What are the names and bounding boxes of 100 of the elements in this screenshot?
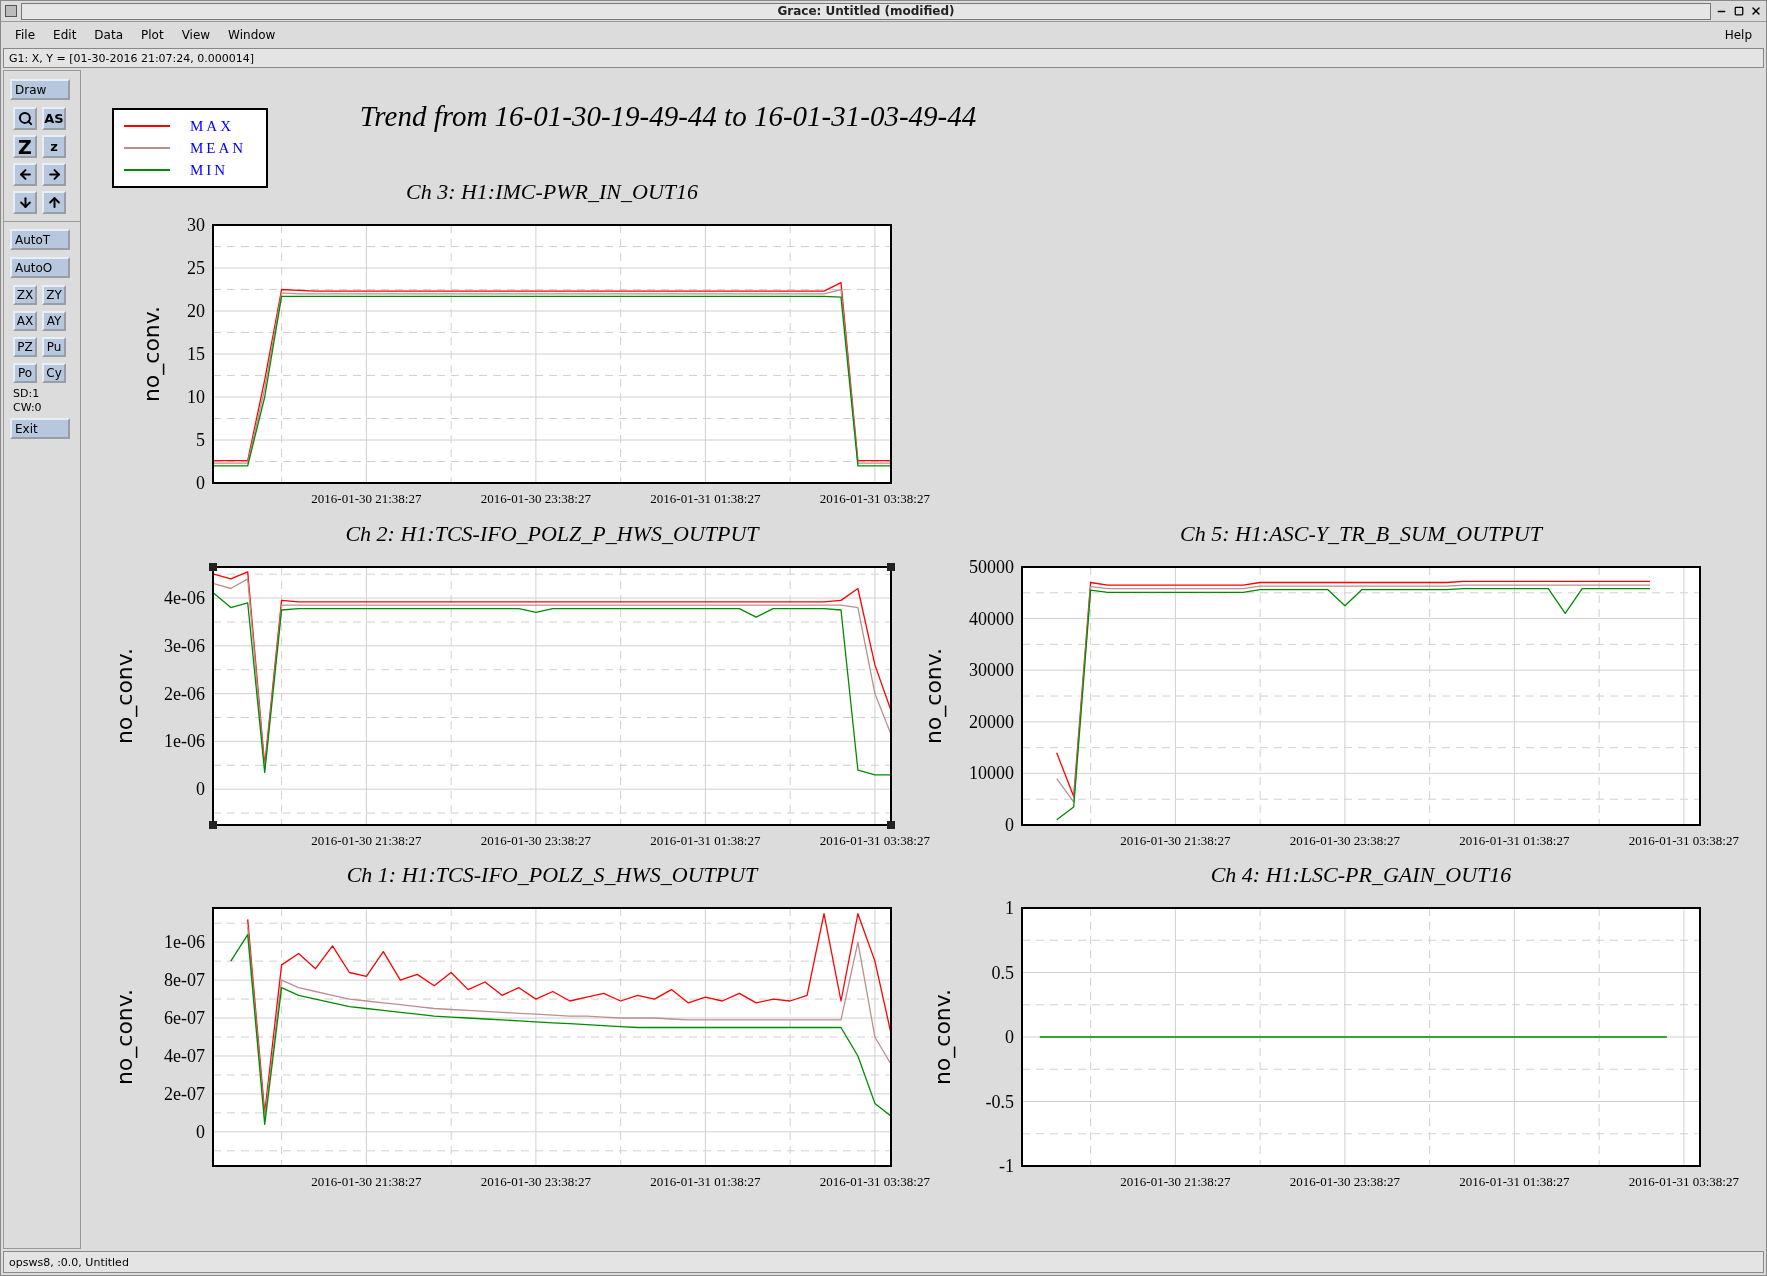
- x-tick-label: 2016-01-30 21:38:27: [1120, 833, 1231, 848]
- tool-button[interactable]: AY: [42, 311, 66, 331]
- legend-label: MIN: [190, 161, 229, 179]
- graph-title: Ch 4: H1:LSC-PR_GAIN_OUT16: [1210, 862, 1512, 887]
- y-tick-label: 30: [187, 215, 205, 235]
- legend-label: MAX: [190, 117, 234, 135]
- x-tick-label: 2016-01-30 23:38:27: [1289, 833, 1400, 848]
- tool-button[interactable]: ZY: [42, 285, 66, 305]
- auto-button[interactable]: AutoO: [10, 257, 70, 278]
- tool-button[interactable]: ZX: [13, 285, 37, 305]
- x-tick-label: 2016-01-31 03:38:27: [1628, 833, 1739, 848]
- x-tick-label: 2016-01-30 23:38:27: [480, 833, 591, 848]
- y-tick-label: -1: [999, 1156, 1014, 1176]
- y-tick-label: 1e-06: [164, 932, 205, 953]
- app-icon: [5, 5, 17, 17]
- locator-bar: G1: X, Y = [01-30-2016 21:07:24, 0.000014]: [3, 48, 1764, 68]
- tool-button[interactable]: z: [42, 135, 66, 158]
- tool-button[interactable]: PZ: [13, 337, 37, 357]
- x-tick-label: 2016-01-31 01:38:27: [650, 833, 761, 848]
- y-axis-label: no_conv.: [922, 647, 946, 745]
- x-tick-label: 2016-01-30 21:38:27: [311, 491, 422, 506]
- y-tick-label: 6e-07: [164, 1008, 205, 1029]
- y-tick-label: 4e-06: [164, 588, 205, 609]
- exit-button[interactable]: Exit: [10, 418, 70, 439]
- x-tick-label: 2016-01-31 01:38:27: [1459, 1174, 1570, 1189]
- y-tick-label: 2e-07: [164, 1083, 205, 1104]
- x-tick-label: 2016-01-30 23:38:27: [480, 491, 591, 506]
- menu-item[interactable]: File: [15, 28, 36, 42]
- menu-item[interactable]: Plot: [141, 28, 164, 42]
- window-title: Grace: Untitled (modified): [21, 2, 1711, 20]
- y-tick-label: 3e-06: [164, 635, 205, 656]
- graph-title: Ch 2: H1:TCS-IFO_POLZ_P_HWS_OUTPUT: [345, 521, 759, 546]
- tool-button[interactable]: [13, 107, 37, 130]
- tool-button[interactable]: Z: [13, 135, 37, 158]
- legend-label: MEAN: [190, 139, 247, 157]
- x-tick-label: 2016-01-31 03:38:27: [1628, 1174, 1739, 1189]
- menu-item[interactable]: View: [181, 28, 211, 42]
- x-tick-label: 2016-01-31 01:38:27: [650, 491, 761, 506]
- x-tick-label: 2016-01-31 03:38:27: [819, 1174, 930, 1189]
- help-menu[interactable]: Help: [1724, 28, 1752, 42]
- y-tick-label: 0.5: [991, 962, 1014, 983]
- status-label: SD:1: [12, 387, 41, 400]
- tool-button[interactable]: AS: [42, 107, 66, 130]
- y-tick-label: 0: [1005, 815, 1014, 835]
- x-tick-label: 2016-01-30 21:38:27: [1120, 1174, 1231, 1189]
- y-tick-label: 15: [187, 344, 205, 364]
- zoom-icon: [17, 111, 33, 126]
- graph-title: Ch 5: H1:ASC-Y_TR_B_SUM_OUTPUT: [1180, 521, 1542, 546]
- y-axis-label: no_conv.: [113, 647, 137, 745]
- menu-item[interactable]: Data: [94, 28, 123, 42]
- tool-button[interactable]: [42, 163, 66, 186]
- auto-button[interactable]: AutoT: [10, 229, 70, 250]
- y-tick-label: 50000: [969, 557, 1014, 577]
- y-tick-label: 0: [196, 473, 205, 493]
- arrow-right-icon: [46, 167, 62, 182]
- plot-title: Trend from 16-01-30-19-49-44 to 16-01-31-03-49-44: [358, 100, 978, 133]
- y-tick-label: 1: [1005, 898, 1014, 918]
- tool-button[interactable]: [42, 191, 66, 214]
- arrow-down-icon: [17, 195, 33, 210]
- menu-item[interactable]: Edit: [53, 28, 77, 42]
- y-tick-label: -0.5: [985, 1091, 1014, 1112]
- y-tick-label: 4e-07: [164, 1045, 205, 1066]
- y-axis-label: no_conv.: [930, 988, 955, 1086]
- maximize-icon[interactable]: [1732, 4, 1745, 18]
- y-tick-label: 5: [196, 430, 205, 450]
- x-tick-label: 2016-01-30 23:38:27: [480, 1174, 591, 1189]
- tool-button[interactable]: Pu: [42, 337, 66, 357]
- close-icon[interactable]: [1749, 4, 1762, 18]
- y-tick-label: 40000: [969, 608, 1014, 629]
- x-tick-label: 2016-01-31 03:38:27: [819, 833, 930, 848]
- menu-item[interactable]: Window: [228, 28, 276, 42]
- tool-button[interactable]: AX: [13, 311, 37, 331]
- y-axis-label: no_conv.: [139, 305, 164, 403]
- y-tick-label: 0: [1005, 1027, 1014, 1047]
- y-tick-label: 10: [187, 387, 205, 407]
- y-tick-label: 10000: [969, 763, 1014, 784]
- x-tick-label: 2016-01-30 21:38:27: [311, 1174, 422, 1189]
- tool-button[interactable]: Cy: [42, 363, 66, 383]
- tool-button[interactable]: [13, 191, 37, 214]
- x-tick-label: 2016-01-31 01:38:27: [650, 1174, 761, 1189]
- graph-title: Ch 3: H1:IMC-PWR_IN_OUT16: [405, 179, 699, 204]
- graph-title: Ch 1: H1:TCS-IFO_POLZ_S_HWS_OUTPUT: [346, 862, 758, 887]
- x-tick-label: 2016-01-31 01:38:27: [1459, 833, 1570, 848]
- y-tick-label: 20: [187, 301, 205, 321]
- draw-button[interactable]: Draw: [10, 79, 70, 100]
- y-tick-label: 30000: [969, 660, 1014, 681]
- status-label: CW:0: [12, 401, 43, 414]
- x-tick-label: 2016-01-31 03:38:27: [819, 491, 930, 506]
- y-axis-label: no_conv.: [113, 988, 137, 1086]
- status-bar: opsws8, :0.0, Untitled: [3, 1251, 1764, 1273]
- tool-button[interactable]: [13, 163, 37, 186]
- y-tick-label: 20000: [969, 711, 1014, 732]
- y-tick-label: 2e-06: [164, 683, 205, 704]
- y-tick-label: 0: [196, 779, 205, 800]
- y-tick-label: 0: [196, 1121, 205, 1142]
- x-tick-label: 2016-01-30 21:38:27: [311, 833, 422, 848]
- y-tick-label: 1e-06: [164, 731, 205, 752]
- y-tick-label: 25: [187, 258, 205, 278]
- y-tick-label: 8e-07: [164, 970, 205, 991]
- tool-button[interactable]: Po: [13, 363, 37, 383]
